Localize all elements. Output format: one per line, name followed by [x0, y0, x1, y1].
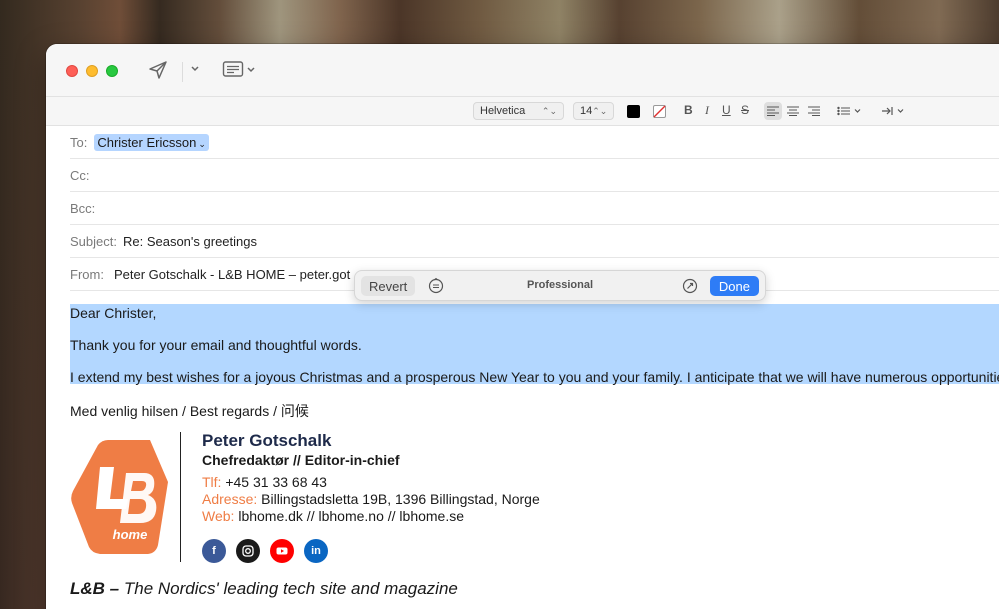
- recipient-token[interactable]: Christer Ericsson ⌄: [94, 133, 209, 151]
- tagline-brand: L&B –: [70, 579, 120, 598]
- zoom-window-button[interactable]: [106, 65, 118, 77]
- done-button[interactable]: Done: [709, 276, 759, 296]
- strikethrough-button[interactable]: S: [741, 103, 749, 117]
- body-line-2: I extend my best wishes for a joyous Chr…: [70, 369, 999, 385]
- align-left-icon[interactable]: [764, 102, 782, 120]
- mail-compose-window: Helvetica ⌃⌄ 14 ⌃⌄ B I U S To: Christer …: [46, 44, 999, 609]
- address-label: Adresse:: [202, 491, 258, 507]
- send-icon[interactable]: [148, 60, 168, 80]
- header-fields-icon[interactable]: [222, 60, 244, 78]
- signature-divider: [180, 432, 181, 562]
- format-bar: Helvetica ⌃⌄ 14 ⌃⌄ B I U S: [46, 97, 999, 126]
- close-window-button[interactable]: [66, 65, 78, 77]
- youtube-icon[interactable]: [270, 539, 294, 563]
- tone-label: Professional: [526, 279, 594, 291]
- font-family-select[interactable]: Helvetica ⌃⌄: [473, 102, 564, 120]
- subject-value[interactable]: Re: Season's greetings: [123, 234, 257, 249]
- subject-label: Subject:: [70, 233, 117, 249]
- minimize-window-button[interactable]: [86, 65, 98, 77]
- phone-label: Tlf:: [202, 474, 222, 490]
- chevron-down-icon[interactable]: [246, 65, 256, 75]
- bold-button[interactable]: B: [684, 103, 693, 117]
- signature-name: Peter Gotschalk: [202, 431, 332, 450]
- greeting-line: Dear Christer,: [70, 305, 157, 321]
- phone-value[interactable]: +45 31 33 68 43: [225, 474, 327, 490]
- from-value[interactable]: Peter Gotschalk - L&B HOME – peter.got: [114, 267, 350, 282]
- text-color-swatch[interactable]: [627, 105, 640, 118]
- instagram-icon[interactable]: [236, 539, 260, 563]
- list-style-icon[interactable]: [836, 102, 864, 120]
- subject-field[interactable]: Subject: Re: Season's greetings: [70, 225, 999, 258]
- toolbar-divider: [182, 62, 183, 82]
- lb-home-logo: home: [70, 437, 170, 557]
- refresh-icon[interactable]: [681, 277, 699, 300]
- font-size-value: 14: [580, 105, 593, 117]
- signature-address-row: Adresse: Billingstadsletta 19B, 1396 Bil…: [202, 491, 540, 507]
- body-line-1: Thank you for your email and thoughtful …: [70, 337, 362, 353]
- cc-field[interactable]: Cc:: [70, 159, 999, 192]
- cc-label: Cc:: [70, 167, 90, 183]
- tagline-text: The Nordics' leading tech site and magaz…: [123, 579, 458, 598]
- font-family-value: Helvetica: [480, 105, 526, 117]
- align-center-icon[interactable]: [784, 102, 802, 120]
- indent-icon[interactable]: [880, 102, 908, 120]
- align-right-icon[interactable]: [805, 102, 823, 120]
- title-bar: [46, 44, 999, 97]
- bcc-field[interactable]: Bcc:: [70, 192, 999, 225]
- signature-tagline: L&B – The Nordics' leading tech site and…: [70, 579, 458, 599]
- recipient-name: Christer Ericsson: [97, 134, 197, 150]
- closing-line: Med venlig hilsen / Best regards / 问候: [70, 403, 309, 419]
- signature-web-row: Web: lbhome.dk // lbhome.no // lbhome.se: [202, 508, 464, 524]
- bcc-label: Bcc:: [70, 200, 96, 216]
- address-value: Billingstadsletta 19B, 1396 Billingstad,…: [261, 491, 540, 507]
- signature-phone-row: Tlf: +45 31 33 68 43: [202, 474, 327, 490]
- signature-title: Chefredaktør // Editor-in-chief: [202, 452, 400, 468]
- italic-button[interactable]: I: [705, 103, 709, 118]
- chevron-down-icon[interactable]: [190, 64, 200, 74]
- web-label: Web:: [202, 508, 235, 524]
- stepper-icon: ⌃⌄: [541, 105, 557, 116]
- logo-wordmark: home: [113, 527, 148, 542]
- stepper-icon: ⌃⌄: [592, 105, 608, 116]
- font-size-select[interactable]: 14 ⌃⌄: [573, 102, 614, 120]
- underline-button[interactable]: U: [722, 103, 731, 117]
- to-label: To:: [70, 134, 88, 150]
- facebook-icon[interactable]: f: [202, 539, 226, 563]
- chevron-down-icon: ⌄: [198, 138, 206, 149]
- linkedin-icon[interactable]: in: [304, 539, 328, 563]
- writing-tools-popover: Revert Professional Done: [354, 270, 766, 301]
- from-label: From:: [70, 266, 104, 282]
- to-field[interactable]: To: Christer Ericsson ⌄: [70, 126, 999, 159]
- web-links[interactable]: lbhome.dk // lbhome.no // lbhome.se: [238, 508, 464, 524]
- highlight-color-swatch[interactable]: [653, 105, 666, 118]
